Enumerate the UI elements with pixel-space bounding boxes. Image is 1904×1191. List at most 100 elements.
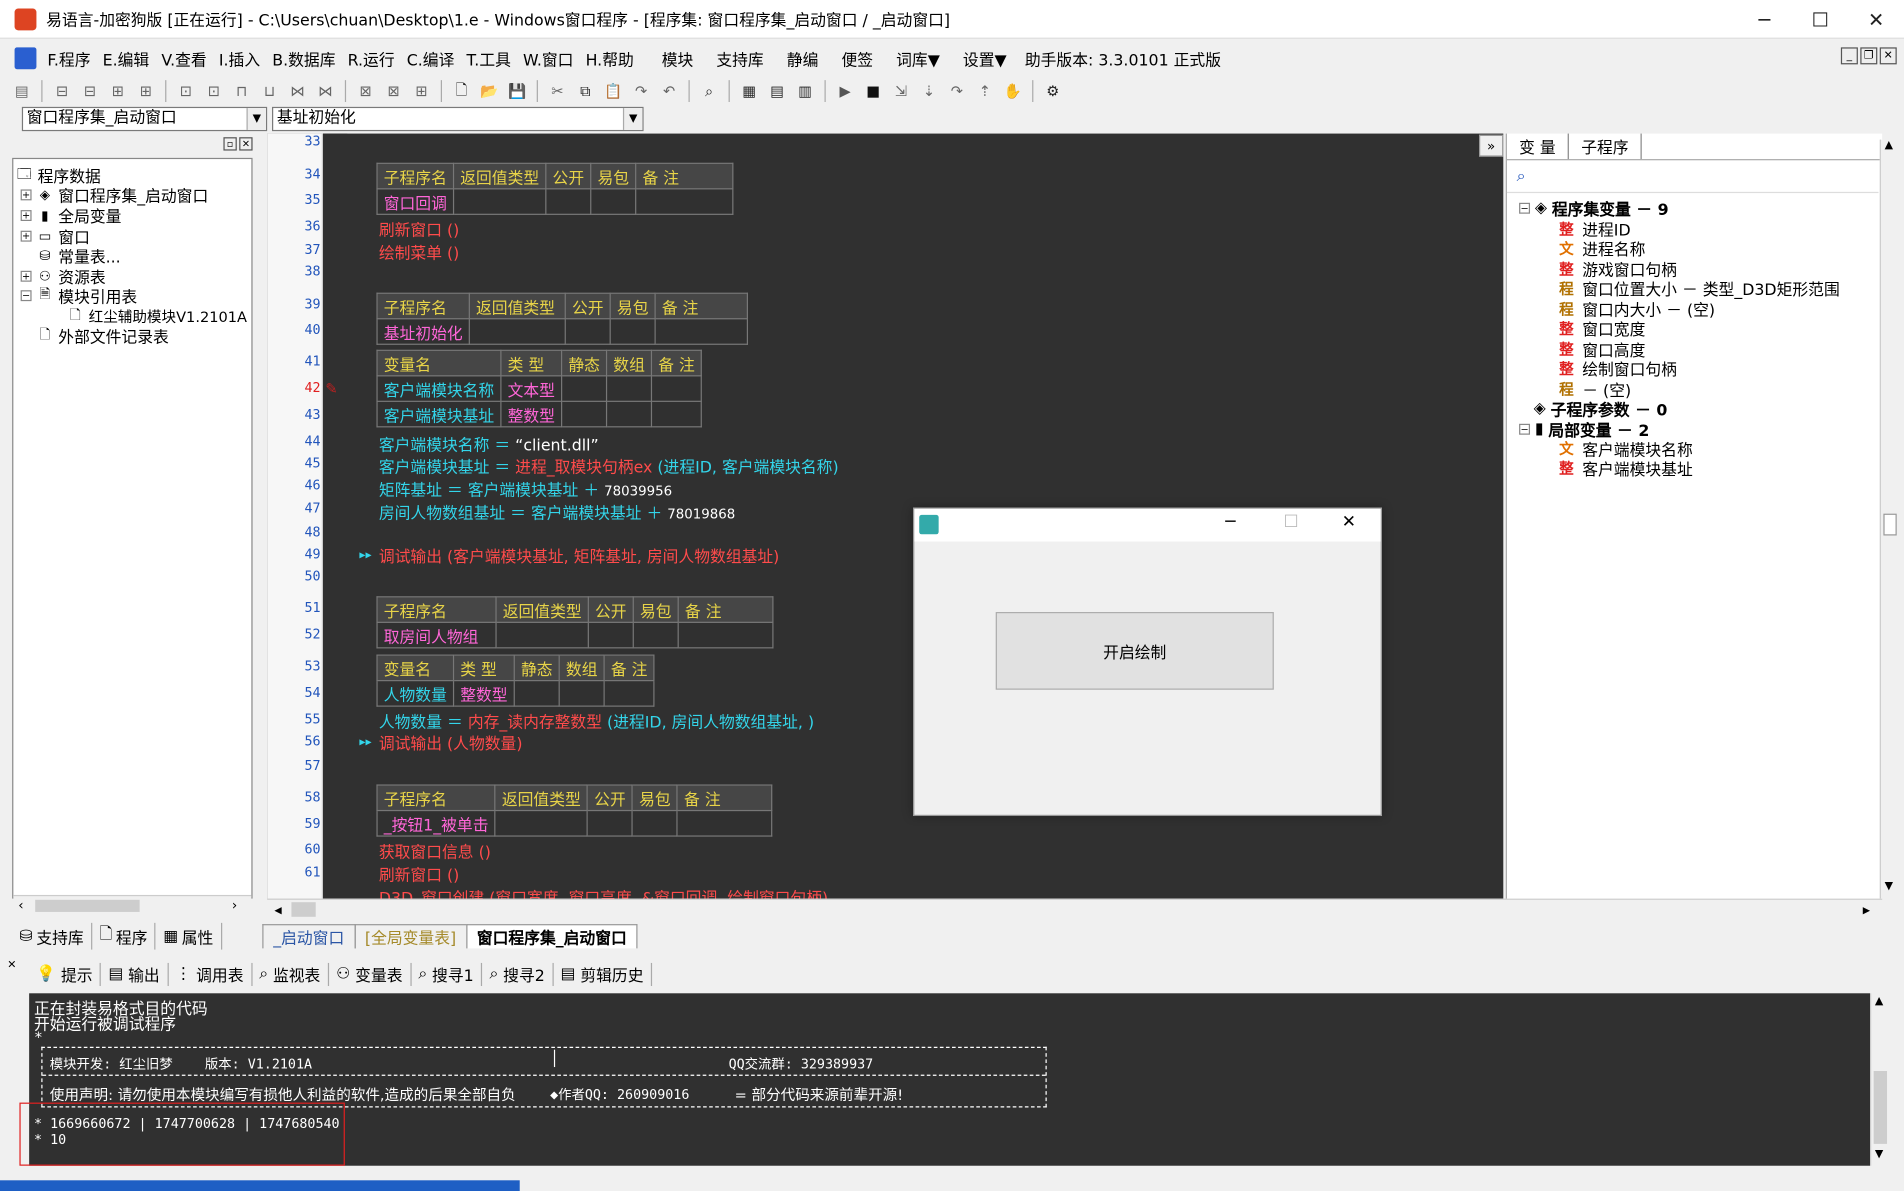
menu-dictionary[interactable]: 词库▼ <box>896 47 940 70</box>
tree-item-resources[interactable]: + ⚇ 资源表 <box>20 266 106 287</box>
chevron-right-icon[interactable]: › <box>232 897 237 913</box>
var-name[interactable]: 人物数量 <box>376 680 455 707</box>
close-button[interactable]: ✕ <box>1848 0 1904 39</box>
tree-item-constants[interactable]: ⛁ 常量表... <box>36 245 120 266</box>
align-right-icon[interactable]: ⊟ <box>78 79 102 103</box>
group-local-vars[interactable]: − ▮ 局部变量 － 2 <box>1519 419 1649 440</box>
code-line-60[interactable]: 获取窗口信息 () <box>379 839 491 862</box>
search-icon[interactable]: ⌕ <box>1517 168 1526 186</box>
tab-call-stack[interactable]: ⋮ 调用表 <box>168 962 253 986</box>
chevron-up-icon[interactable]: ▲ <box>1875 996 1883 1008</box>
chevron-left-icon[interactable]: ‹ <box>18 897 23 913</box>
expand-icon[interactable]: + <box>20 209 32 221</box>
mdi-restore-button[interactable]: ❐ <box>1860 47 1878 65</box>
var-type[interactable]: 整数型 <box>452 680 515 707</box>
chevron-down-icon[interactable]: ▼ <box>1885 880 1893 892</box>
code-line-44[interactable]: 客户端模块名称 ＝ “client.dll” <box>379 432 599 455</box>
step-over-icon[interactable]: ↷ <box>945 79 969 103</box>
undo-icon[interactable]: ↶ <box>657 79 681 103</box>
chevron-down-icon[interactable]: ▼ <box>246 108 266 130</box>
local-variable-item[interactable]: 文客户端模块名称 <box>1558 438 1693 459</box>
toolbar-icon[interactable]: ▤ <box>10 79 34 103</box>
scroll-thumb[interactable] <box>1873 1071 1888 1144</box>
panel-close-button[interactable]: ✕ <box>239 137 253 151</box>
variable-item[interactable]: 程窗口内大小 － (空) <box>1558 299 1715 320</box>
chevron-up-icon[interactable]: ▲ <box>1885 140 1893 152</box>
var-type[interactable]: 整数型 <box>500 400 563 428</box>
sub-name[interactable]: 基址初始化 <box>376 318 470 345</box>
tab-program[interactable]: 🗋 程序 <box>92 922 156 950</box>
tab-output[interactable]: ▤ 输出 <box>101 962 169 986</box>
scroll-thumb[interactable] <box>1883 513 1897 536</box>
right-vscrollbar[interactable]: ▲ ▼ <box>1879 139 1900 899</box>
close-icon[interactable]: ✕ <box>7 959 16 971</box>
chevron-right-icon[interactable]: ▸ <box>1863 901 1870 918</box>
step-out-icon[interactable]: ⇡ <box>973 79 997 103</box>
minimize-button[interactable]: ─ <box>1225 512 1235 531</box>
menu-insert[interactable]: I.插入 <box>219 47 260 70</box>
size-icon[interactable]: ⊠ <box>353 79 377 103</box>
tab-start-window[interactable]: _启动窗口 <box>262 924 356 949</box>
menu-edit[interactable]: E.编辑 <box>103 47 150 70</box>
code-line-36[interactable]: 刷新窗口 () <box>379 217 459 240</box>
var-name[interactable]: 客户端模块基址 <box>376 400 502 428</box>
menu-settings[interactable]: 设置▼ <box>963 47 1007 70</box>
maximize-button[interactable]: ☐ <box>1284 512 1299 531</box>
tab-variables[interactable]: 变 量 <box>1507 133 1570 160</box>
menu-notes[interactable]: 便签 <box>841 47 873 70</box>
same-height-icon[interactable]: ⊔ <box>257 79 281 103</box>
tab-subroutines[interactable]: 子程序 <box>1569 133 1642 160</box>
expand-panel-button[interactable]: » <box>1479 134 1504 157</box>
size2-icon[interactable]: ⊠ <box>381 79 405 103</box>
menu-view[interactable]: V.查看 <box>161 47 206 70</box>
tab-window-assembly[interactable]: 窗口程序集_启动窗口 <box>465 924 638 949</box>
variable-item[interactable]: 整绘制窗口句柄 <box>1558 359 1677 380</box>
variable-item[interactable]: 整游戏窗口句柄 <box>1558 259 1677 279</box>
mdi-close-button[interactable]: ✕ <box>1879 47 1897 65</box>
tab-watch[interactable]: ⌕ 监视表 <box>252 962 329 986</box>
cut-icon[interactable]: ✂ <box>545 79 569 103</box>
step-into-icon[interactable]: ⇣ <box>917 79 941 103</box>
tree-item-external-files[interactable]: 🗋 外部文件记录表 <box>36 325 169 347</box>
align-left-icon[interactable]: ⊟ <box>50 79 74 103</box>
menu-compile[interactable]: C.编译 <box>407 47 455 70</box>
breakpoint-gutter[interactable] <box>323 133 348 899</box>
align-bottom-icon[interactable]: ⊞ <box>134 79 158 103</box>
chevron-left-icon[interactable]: ◂ <box>274 901 281 918</box>
chevron-down-icon[interactable]: ▼ <box>622 108 643 130</box>
tab-global-vars[interactable]: [全局变量表] <box>353 924 468 949</box>
expand-icon[interactable]: + <box>20 270 32 282</box>
variable-item[interactable]: 程窗口位置大小 － 类型_D3D矩形范围 <box>1558 279 1840 300</box>
tree-item-assembly[interactable]: + ◈ 窗口程序集_启动窗口 <box>20 185 209 206</box>
helper-icon[interactable]: ⚙ <box>1041 79 1065 103</box>
expand-icon[interactable]: + <box>20 188 32 200</box>
collapse-icon[interactable]: − <box>20 289 32 301</box>
layout1-icon[interactable]: ▦ <box>737 79 761 103</box>
same-width-icon[interactable]: ⊓ <box>230 79 254 103</box>
step-icon[interactable]: ⇲ <box>889 79 913 103</box>
code-hscrollbar[interactable]: ◂ ▸ <box>267 898 1883 920</box>
maximize-button[interactable]: ☐ <box>1792 0 1848 39</box>
paste-icon[interactable]: 📋 <box>601 79 625 103</box>
space-h-icon[interactable]: ⋈ <box>285 79 309 103</box>
code-line-49[interactable]: 调试输出 (客户端模块基址, 矩阵基址, 房间人物数组基址) <box>379 544 779 567</box>
var-name[interactable]: 客户端模块名称 <box>376 375 502 402</box>
expand-icon[interactable]: + <box>20 230 32 242</box>
new-file-icon[interactable]: 🗋 <box>449 79 473 103</box>
var-type[interactable]: 文本型 <box>500 375 563 402</box>
variable-item[interactable]: 文进程名称 <box>1558 239 1645 259</box>
find-icon[interactable]: ⌕ <box>697 79 721 103</box>
output-vscrollbar[interactable]: ▲ ▼ <box>1870 993 1890 1166</box>
sub-name[interactable]: _按钮1_被单击 <box>376 809 496 837</box>
menu-static-compile[interactable]: 静编 <box>787 47 819 70</box>
tab-hints[interactable]: 💡 提示 <box>29 962 102 986</box>
menu-help[interactable]: H.帮助 <box>586 47 634 70</box>
code-line-55[interactable]: 人物数量 ＝ 内存_读内存整数型 (进程ID, 房间人物数组基址, ) <box>379 709 814 732</box>
center-v-icon[interactable]: ⊡ <box>202 79 226 103</box>
group-sub-params[interactable]: ◈ 子程序参数 － 0 <box>1534 398 1668 420</box>
tab-clip-history[interactable]: ▤ 剪辑历史 <box>553 962 653 986</box>
space-v-icon[interactable]: ⋈ <box>313 79 337 103</box>
tab-search1[interactable]: ⌕ 搜寻1 <box>411 962 483 986</box>
code-line-56[interactable]: 调试输出 (人物数量) <box>379 731 523 754</box>
mdi-minimize-button[interactable]: _ <box>1840 47 1858 65</box>
